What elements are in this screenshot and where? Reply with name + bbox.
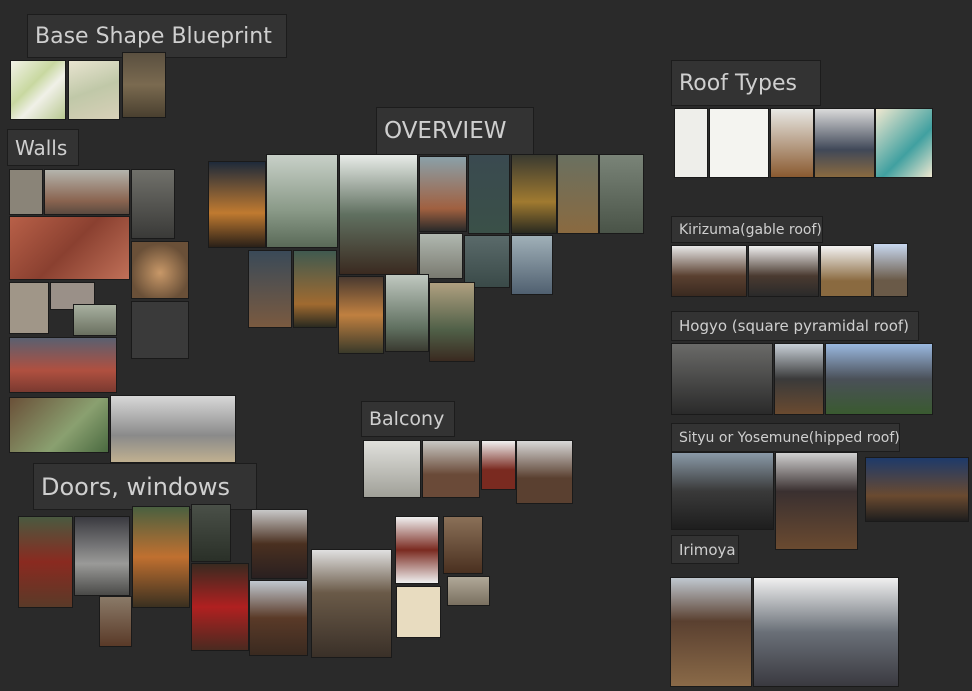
overview-thumb-16[interactable] bbox=[429, 282, 475, 362]
section-label-walls[interactable]: Walls bbox=[7, 129, 79, 166]
overview-thumb-8[interactable] bbox=[599, 154, 644, 234]
roof-types-thumb-2[interactable] bbox=[709, 108, 769, 178]
overview-thumb-12[interactable] bbox=[248, 250, 292, 328]
blueprint-thumb-1[interactable] bbox=[10, 60, 66, 120]
balcony-thumb-2[interactable] bbox=[422, 440, 480, 498]
overview-thumb-1[interactable] bbox=[208, 161, 266, 248]
hogyo-thumb-1[interactable] bbox=[671, 343, 773, 415]
sityu-thumb-1[interactable] bbox=[671, 452, 774, 530]
overview-thumb-13[interactable] bbox=[293, 250, 337, 328]
walls-thumb-stone-blocks[interactable] bbox=[131, 301, 189, 359]
roof-types-thumb-1[interactable] bbox=[674, 108, 708, 178]
balcony-thumb-1[interactable] bbox=[363, 440, 421, 498]
sityu-thumb-2[interactable] bbox=[775, 452, 858, 550]
overview-thumb-2[interactable] bbox=[266, 154, 338, 248]
section-label-hogyo[interactable]: Hogyo (square pyramidal roof) bbox=[671, 311, 919, 341]
overview-thumb-11[interactable] bbox=[511, 235, 553, 295]
overview-thumb-15[interactable] bbox=[385, 274, 429, 352]
section-label-irimoya[interactable]: Irimoya bbox=[671, 535, 739, 564]
roof-types-thumb-4[interactable] bbox=[814, 108, 875, 178]
balcony-thumb-4[interactable] bbox=[516, 440, 573, 504]
doors-thumb-2[interactable] bbox=[74, 516, 130, 596]
roof-types-thumb-3[interactable] bbox=[770, 108, 814, 178]
walls-thumb-plaster[interactable] bbox=[9, 282, 49, 334]
section-label-doors-windows[interactable]: Doors, windows bbox=[33, 463, 257, 510]
hogyo-thumb-3[interactable] bbox=[825, 343, 933, 415]
kirizuma-thumb-1[interactable] bbox=[671, 245, 747, 297]
doors-thumb-10[interactable] bbox=[395, 516, 439, 584]
kirizuma-thumb-4[interactable] bbox=[873, 243, 908, 297]
walls-thumb-brick-model[interactable] bbox=[9, 337, 117, 393]
overview-thumb-7[interactable] bbox=[557, 154, 599, 234]
walls-thumb-roof-tiles-model[interactable] bbox=[110, 395, 236, 463]
doors-thumb-12[interactable] bbox=[396, 586, 441, 638]
overview-thumb-14[interactable] bbox=[338, 276, 384, 354]
section-label-overview[interactable]: OVERVIEW bbox=[376, 107, 534, 155]
overview-thumb-5[interactable] bbox=[468, 154, 510, 234]
doors-thumb-5[interactable] bbox=[191, 563, 249, 651]
balcony-thumb-3[interactable] bbox=[481, 440, 516, 490]
sityu-thumb-3[interactable] bbox=[865, 457, 969, 522]
section-label-sityu[interactable]: Sityu or Yosemune(hipped roof) bbox=[671, 423, 900, 452]
section-label-balcony[interactable]: Balcony bbox=[361, 401, 455, 437]
doors-thumb-3[interactable] bbox=[132, 506, 190, 608]
section-label-kirizuma[interactable]: Kirizuma(gable roof) bbox=[671, 216, 823, 243]
overview-thumb-10[interactable] bbox=[464, 235, 510, 288]
hogyo-thumb-2[interactable] bbox=[774, 343, 824, 415]
blueprint-thumb-2[interactable] bbox=[68, 60, 120, 120]
doors-thumb-1[interactable] bbox=[18, 516, 73, 608]
kirizuma-thumb-3[interactable] bbox=[820, 245, 872, 297]
doors-thumb-7[interactable] bbox=[251, 509, 308, 579]
walls-thumb-village[interactable] bbox=[9, 397, 109, 453]
overview-thumb-6[interactable] bbox=[511, 154, 557, 234]
overview-thumb-3[interactable] bbox=[339, 154, 418, 275]
kirizuma-thumb-2[interactable] bbox=[748, 245, 819, 297]
irimoya-thumb-2[interactable] bbox=[753, 577, 899, 687]
doors-thumb-13[interactable] bbox=[447, 576, 490, 606]
walls-thumb-arch[interactable] bbox=[44, 169, 130, 215]
doors-thumb-6[interactable] bbox=[99, 596, 132, 647]
section-label-roof-types[interactable]: Roof Types bbox=[671, 60, 821, 106]
irimoya-thumb-1[interactable] bbox=[670, 577, 752, 687]
walls-thumb-bridge[interactable] bbox=[73, 304, 117, 336]
overview-thumb-9[interactable] bbox=[419, 233, 463, 279]
roof-types-thumb-5[interactable] bbox=[875, 108, 933, 178]
walls-thumb-stone[interactable] bbox=[9, 169, 43, 215]
doors-thumb-8[interactable] bbox=[249, 580, 308, 656]
doors-thumb-4[interactable] bbox=[191, 504, 231, 562]
doors-thumb-11[interactable] bbox=[443, 516, 483, 574]
blueprint-thumb-3[interactable] bbox=[122, 52, 166, 118]
walls-thumb-stone-pile[interactable] bbox=[131, 241, 189, 299]
doors-thumb-9[interactable] bbox=[311, 549, 392, 658]
walls-thumb-brick-building[interactable] bbox=[9, 216, 130, 280]
walls-thumb-street[interactable] bbox=[131, 169, 175, 239]
overview-thumb-4[interactable] bbox=[419, 156, 467, 232]
